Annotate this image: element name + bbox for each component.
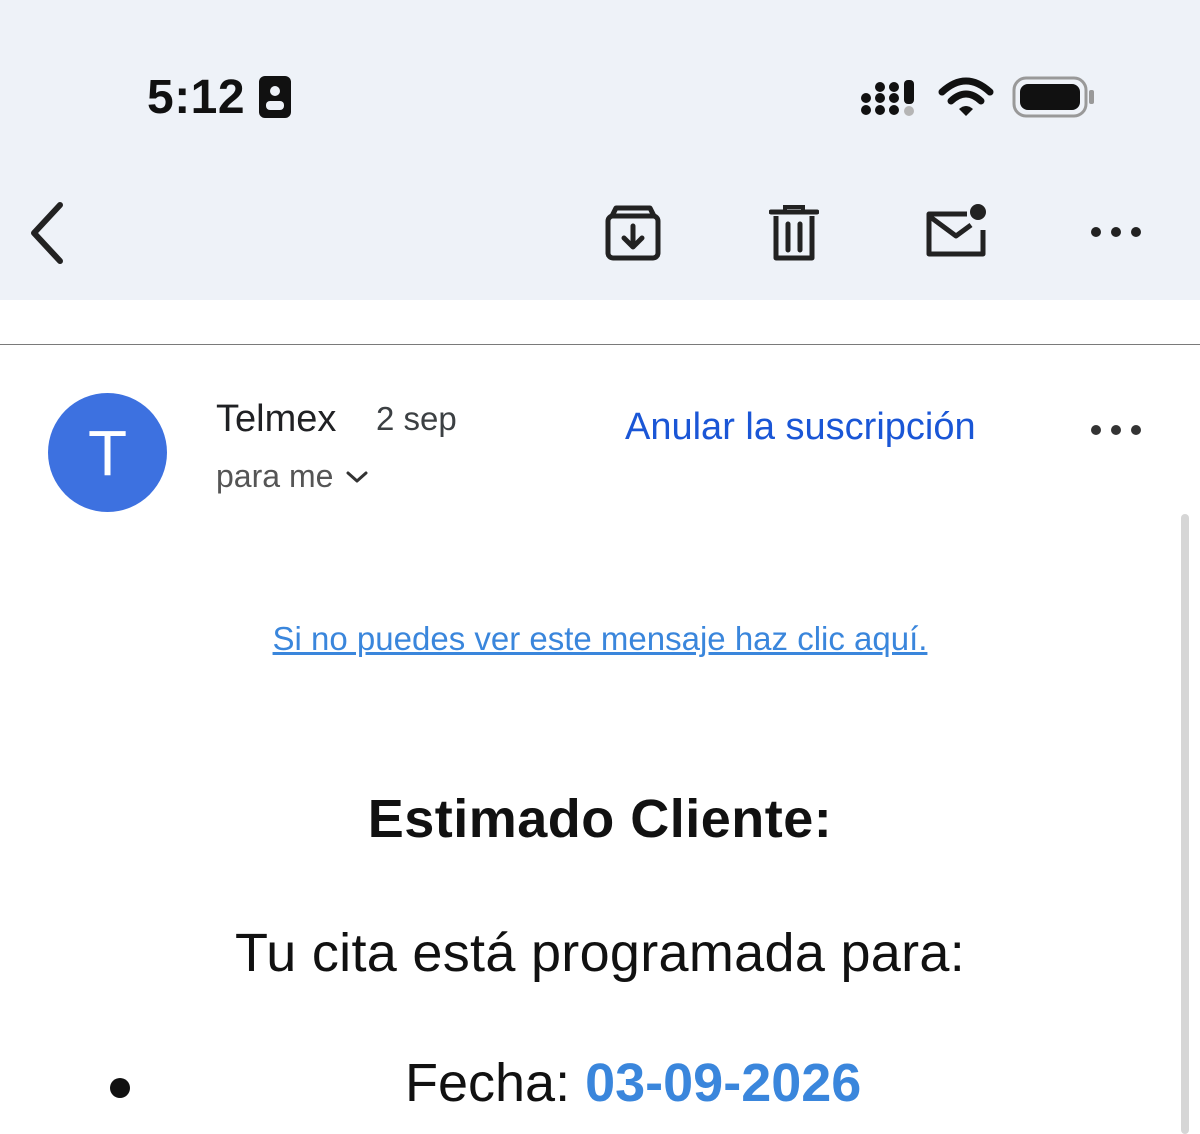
- message-toolbar: [0, 170, 1200, 300]
- cellular-signal-icon: [860, 78, 920, 123]
- more-actions-button[interactable]: [1086, 214, 1146, 250]
- chevron-left-icon: [31, 202, 63, 264]
- sender-name[interactable]: Telmex: [216, 398, 336, 441]
- message-more-button[interactable]: [1086, 412, 1146, 448]
- list-bullet: [110, 1078, 130, 1098]
- id-card-icon: [258, 75, 292, 124]
- greeting-heading: Estimado Cliente:: [367, 789, 833, 849]
- archive-button[interactable]: [600, 200, 666, 266]
- battery-icon: [1012, 76, 1096, 125]
- archive-icon: [605, 205, 661, 261]
- appointment-date-item: Fecha: 03-09-2026: [405, 1052, 861, 1114]
- header-divider: [0, 344, 1200, 345]
- date-value: 03-09-2026: [585, 1053, 862, 1113]
- mark-unread-button[interactable]: [920, 198, 992, 264]
- delete-button[interactable]: [764, 200, 824, 266]
- recipient-toggle[interactable]: para me: [216, 458, 369, 495]
- status-time: 5:12: [147, 71, 246, 124]
- sender-avatar[interactable]: T: [48, 393, 167, 512]
- more-horizontal-icon: [1091, 227, 1141, 237]
- recipient-label: para me: [216, 458, 334, 494]
- trash-icon: [769, 205, 819, 261]
- more-horizontal-icon: [1091, 425, 1141, 435]
- back-button[interactable]: [18, 198, 74, 268]
- chevron-down-icon: [346, 471, 368, 482]
- message-date: 2 sep: [376, 400, 457, 437]
- status-bar: 5:12: [0, 0, 1200, 170]
- view-in-browser-link[interactable]: Si no puedes ver este mensaje haz clic a…: [0, 620, 1200, 658]
- appointment-intro: Tu cita está programada para:: [234, 923, 966, 983]
- unsubscribe-link[interactable]: Anular la suscripción: [625, 406, 976, 449]
- mail-unread-icon: [926, 204, 986, 257]
- date-label: Fecha:: [405, 1053, 586, 1113]
- wifi-icon: [938, 76, 994, 125]
- avatar-letter: T: [87, 416, 128, 489]
